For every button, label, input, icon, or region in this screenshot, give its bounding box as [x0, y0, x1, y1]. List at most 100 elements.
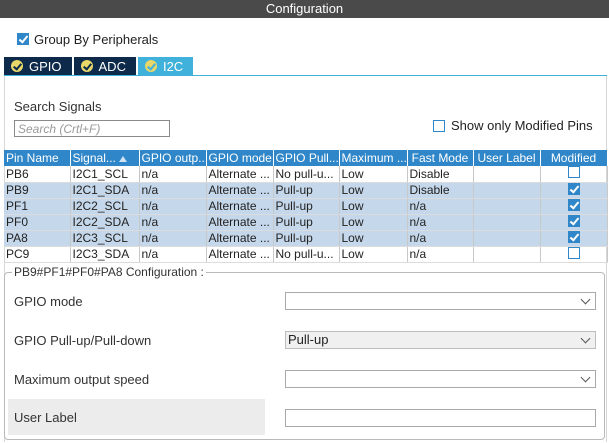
- cell-pin-name: PF0: [4, 214, 71, 231]
- checkbox-checked-icon[interactable]: [567, 182, 580, 195]
- tab-i2c[interactable]: I2C: [137, 57, 194, 75]
- cell-fast-mode: Disable: [407, 182, 474, 199]
- tab-adc[interactable]: ADC: [73, 57, 136, 75]
- cell-user-label: [473, 166, 541, 183]
- checkbox-checked-icon[interactable]: [567, 214, 580, 227]
- check-circle-icon: [144, 60, 157, 72]
- checkbox-unchecked-icon[interactable]: [567, 166, 580, 179]
- cell-fast-mode: n/a: [407, 214, 474, 231]
- cell-user-label: [473, 230, 541, 247]
- table-row[interactable]: PB6 I2C1_SCL n/a Alternate ... No pull-u... L…: [4, 166, 608, 183]
- cell-fast-mode: n/a: [407, 198, 474, 215]
- table-row[interactable]: PA8 I2C3_SCL n/a Alternate ... Pull-up Low n/a: [4, 230, 608, 247]
- col-signal-label: Signal...: [72, 151, 116, 165]
- col-gpio-output[interactable]: GPIO outp...: [139, 150, 207, 166]
- table-header-row: Pin Name Signal... GPIO outp... GPIO mod…: [4, 150, 608, 166]
- search-signals-input[interactable]: [14, 120, 170, 137]
- cell-signal: I2C2_SCL: [70, 198, 140, 215]
- gpio-pull-value: Pull-up: [288, 332, 329, 347]
- search-signals-label: Search Signals: [14, 99, 102, 114]
- cell-gpio-mode: Alternate ...: [206, 214, 274, 231]
- cell-maximum-speed: Low: [339, 246, 408, 263]
- cell-gpio-pull: Pull-up: [273, 198, 340, 215]
- cell-modified: [540, 230, 608, 247]
- table-row[interactable]: PF1 I2C2_SCL n/a Alternate ... Pull-up Low n/a: [4, 198, 608, 215]
- col-gpio-pull[interactable]: GPIO Pull...: [273, 150, 340, 166]
- col-pin-name[interactable]: Pin Name: [4, 150, 71, 166]
- cell-gpio-mode: Alternate ...: [206, 182, 274, 199]
- checkbox-unchecked-icon[interactable]: [433, 119, 445, 132]
- cell-signal: I2C2_SDA: [70, 214, 140, 231]
- cell-fast-mode: n/a: [407, 246, 474, 263]
- cell-modified: [540, 198, 608, 215]
- cell-signal: I2C3_SCL: [70, 230, 140, 247]
- cell-gpio-pull: Pull-up: [273, 230, 340, 247]
- show-only-modified-checkbox[interactable]: Show only Modified Pins: [433, 118, 593, 133]
- cell-modified: [540, 182, 608, 199]
- group-by-label: Group By Peripherals: [34, 31, 159, 47]
- chevron-down-icon: [580, 294, 591, 305]
- table-row[interactable]: PB9 I2C1_SDA n/a Alternate ... Pull-up Low Dis…: [4, 182, 608, 199]
- cell-gpio-mode: Alternate ...: [206, 246, 274, 263]
- cell-user-label: [473, 198, 541, 215]
- checkbox-unchecked-icon[interactable]: [567, 246, 580, 259]
- cell-gpio-output: n/a: [139, 214, 207, 231]
- cell-gpio-output: n/a: [139, 166, 207, 183]
- cell-gpio-mode: Alternate ...: [206, 166, 274, 183]
- table-row[interactable]: PC9 I2C3_SDA n/a Alternate ... No pull-u... L…: [4, 246, 608, 263]
- cell-user-label: [473, 214, 541, 231]
- col-modified[interactable]: Modified: [540, 150, 608, 166]
- cell-fast-mode: n/a: [407, 230, 474, 247]
- user-label-input[interactable]: [285, 409, 596, 427]
- cell-pin-name: PC9: [4, 246, 71, 263]
- sort-ascending-icon: [118, 155, 127, 162]
- cell-modified: [540, 246, 608, 263]
- check-circle-icon: [80, 60, 93, 72]
- cell-maximum-speed: Low: [339, 166, 408, 183]
- cell-gpio-pull: No pull-u...: [273, 166, 340, 183]
- cell-gpio-output: n/a: [139, 246, 207, 263]
- col-user-label[interactable]: User Label: [473, 150, 541, 166]
- gpio-mode-label: GPIO mode: [14, 294, 83, 309]
- col-gpio-mode[interactable]: GPIO mode: [206, 150, 274, 166]
- cell-user-label: [473, 182, 541, 199]
- window-title: Configuration: [0, 0, 609, 18]
- chevron-down-icon: [580, 372, 591, 383]
- check-circle-icon: [11, 60, 23, 72]
- cell-pin-name: PB6: [4, 166, 71, 183]
- tab-gpio-label: GPIO: [29, 58, 62, 74]
- gpio-mode-select[interactable]: [285, 292, 596, 310]
- peripheral-tabs: GPIO ADC I2C: [4, 57, 195, 75]
- tab-gpio[interactable]: GPIO: [4, 57, 72, 75]
- gpio-pull-select[interactable]: Pull-up: [285, 331, 596, 349]
- show-only-modified-label: Show only Modified Pins: [451, 118, 593, 133]
- cell-pin-name: PA8: [4, 230, 71, 247]
- checkbox-checked-icon[interactable]: [567, 230, 580, 243]
- tab-i2c-label: I2C: [162, 58, 184, 74]
- cell-modified: [540, 214, 608, 231]
- cell-gpio-pull: No pull-u...: [273, 246, 340, 263]
- cell-gpio-pull: Pull-up: [273, 214, 340, 231]
- col-maximum[interactable]: Maximum ...: [339, 150, 408, 166]
- table-row[interactable]: PF0 I2C2_SDA n/a Alternate ... Pull-up Low n/a: [4, 214, 608, 231]
- signals-table: Pin Name Signal... GPIO outp... GPIO mod…: [4, 150, 608, 263]
- col-fast-mode[interactable]: Fast Mode: [407, 150, 474, 166]
- checkbox-checked-icon[interactable]: [567, 198, 580, 211]
- max-output-speed-label: Maximum output speed: [14, 372, 150, 387]
- cell-gpio-output: n/a: [139, 230, 207, 247]
- cell-gpio-mode: Alternate ...: [206, 230, 274, 247]
- cell-fast-mode: Disable: [407, 166, 474, 183]
- cell-gpio-pull: Pull-up: [273, 182, 340, 199]
- col-signal[interactable]: Signal...: [70, 150, 140, 166]
- cell-signal: I2C1_SDA: [70, 182, 140, 199]
- cell-gpio-output: n/a: [139, 182, 207, 199]
- checkbox-checked-icon[interactable]: [17, 33, 29, 45]
- cell-maximum-speed: Low: [339, 182, 408, 199]
- cell-maximum-speed: Low: [339, 198, 408, 215]
- group-by-peripherals-checkbox[interactable]: Group By Peripherals: [17, 31, 158, 47]
- max-output-speed-select[interactable]: [285, 370, 596, 388]
- cell-pin-name: PF1: [4, 198, 71, 215]
- cell-maximum-speed: Low: [339, 230, 408, 247]
- pin-configuration-title: PB9#PF1#PF0#PA8 Configuration :: [12, 265, 206, 279]
- cell-modified: [540, 166, 608, 183]
